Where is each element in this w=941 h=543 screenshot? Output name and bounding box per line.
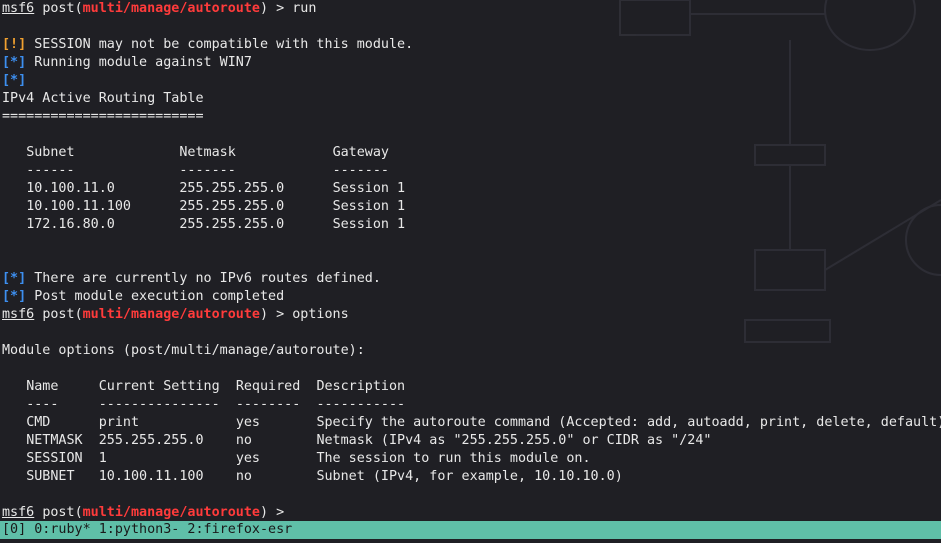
table-cell: 1 (98, 451, 236, 466)
msf-prompt: msf6 (2, 505, 35, 520)
table-cell: Session 1 (332, 199, 406, 214)
table-cell: Session 1 (332, 217, 406, 232)
info-tag: [*] (2, 271, 27, 286)
table-cell: 255.255.255.0 (98, 433, 236, 448)
table-cell: 10.100.11.100 (26, 199, 180, 214)
table-cell: Subnet (26, 145, 180, 160)
table-cell: yes (235, 415, 317, 430)
table-cell: The session to run this module on. (316, 451, 591, 466)
table-cell: Gateway (332, 145, 389, 160)
window-list[interactable]: 0:ruby* 1:python3- 2:firefox-esr (34, 522, 292, 537)
table-cell: 255.255.255.0 (179, 181, 333, 196)
table-cell: print (98, 415, 236, 430)
table-cell: ------- (332, 163, 389, 178)
info-text: There are currently no IPv6 routes defin… (34, 271, 381, 286)
table-header-row: Name Current Setting Required Descriptio… (2, 378, 941, 396)
table-cell: Session 1 (332, 181, 406, 196)
table-cell: Name (26, 379, 99, 394)
table-row: SUBNET 10.100.11.100 no Subnet (IPv4, fo… (2, 468, 941, 486)
module-path: multi/manage/autoroute (82, 307, 260, 322)
table-cell: -------- (235, 397, 317, 412)
table-separator-row: ------ ------- ------- (2, 162, 941, 180)
module-path: multi/manage/autoroute (82, 1, 260, 16)
command-run: run (292, 1, 317, 16)
table-header-row: Subnet Netmask Gateway (2, 144, 941, 162)
warning-text: SESSION may not be compatible with this … (34, 37, 414, 52)
info-tag: [*] (2, 55, 27, 70)
options-table: Name Current Setting Required Descriptio… (2, 378, 941, 486)
tmux-status-bar: [0] 0:ruby* 1:python3- 2:firefox-esr (0, 521, 941, 539)
prompt-line-current[interactable]: msf6 post(multi/manage/autoroute) > (2, 504, 941, 522)
info-text: Running module against WIN7 (34, 55, 252, 70)
routing-title: IPv4 Active Routing Table (2, 91, 204, 106)
warning-line: [!] SESSION may not be compatible with t… (2, 36, 941, 54)
prompt-line-options: msf6 post(multi/manage/autoroute) > opti… (2, 307, 349, 322)
table-cell: no (235, 433, 317, 448)
table-cell: no (235, 469, 317, 484)
table-cell: ------ (26, 163, 180, 178)
prompt-cmd: post (42, 1, 75, 16)
table-cell: 10.100.11.0 (26, 181, 180, 196)
table-row: 172.16.80.0 255.255.255.0 Session 1 (2, 216, 941, 234)
table-row: CMD print yes Specify the autoroute comm… (2, 414, 941, 432)
table-cell: SUBNET (26, 469, 99, 484)
table-cell: ----------- (316, 397, 406, 412)
table-row: 10.100.11.0 255.255.255.0 Session 1 (2, 180, 941, 198)
table-row: 10.100.11.100 255.255.255.0 Session 1 (2, 198, 941, 216)
table-separator-row: ---- --------------- -------- ----------… (2, 396, 941, 414)
table-cell: Current Setting (98, 379, 236, 394)
table-cell: Specify the autoroute command (Accepted:… (316, 415, 941, 430)
table-cell: CMD (26, 415, 99, 430)
table-cell: Netmask (IPv4 as "255.255.255.0" or CIDR… (316, 433, 712, 448)
table-row: SESSION 1 yes The session to run this mo… (2, 450, 941, 468)
msf-prompt: msf6 (2, 1, 35, 16)
table-row: NETMASK 255.255.255.0 no Netmask (IPv4 a… (2, 432, 941, 450)
module-path: multi/manage/autoroute (82, 505, 260, 520)
command-options: options (292, 307, 349, 322)
table-cell: ---- (26, 397, 99, 412)
prompt-cmd: post (42, 505, 75, 520)
routing-table: Subnet Netmask Gateway ------ ------- --… (2, 144, 941, 234)
table-cell: ------- (179, 163, 333, 178)
msf-prompt: msf6 (2, 307, 35, 322)
session-index[interactable]: [0] (0, 522, 26, 537)
info-line: [*] Running module against WIN7 (2, 54, 941, 72)
table-cell: NETMASK (26, 433, 99, 448)
warn-tag: [!] (2, 37, 27, 52)
info-line: [*] Post module execution completed (2, 288, 941, 306)
info-line-empty: [*] (2, 72, 941, 90)
table-cell: 172.16.80.0 (26, 217, 180, 232)
table-cell: Subnet (IPv4, for example, 10.10.10.0) (316, 469, 623, 484)
table-cell: SESSION (26, 451, 99, 466)
table-cell: --------------- (98, 397, 236, 412)
info-text: Post module execution completed (34, 289, 285, 304)
info-tag: [*] (2, 73, 27, 88)
table-cell: 10.100.11.100 (98, 469, 236, 484)
prompt-line-run: msf6 post(multi/manage/autoroute) > run (2, 1, 317, 16)
table-cell: 255.255.255.0 (179, 199, 333, 214)
terminal-output: msf6 post(multi/manage/autoroute) > run … (2, 0, 941, 522)
info-line: [*] There are currently no IPv6 routes d… (2, 270, 941, 288)
routing-title-underline: ========================= (2, 109, 204, 124)
table-cell: Required (235, 379, 317, 394)
prompt-cmd: post (42, 307, 75, 322)
info-tag: [*] (2, 289, 27, 304)
options-title: Module options (post/multi/manage/autoro… (2, 343, 365, 358)
table-cell: 255.255.255.0 (179, 217, 333, 232)
table-cell: yes (235, 451, 317, 466)
table-cell: Netmask (179, 145, 333, 160)
table-cell: Description (316, 379, 406, 394)
